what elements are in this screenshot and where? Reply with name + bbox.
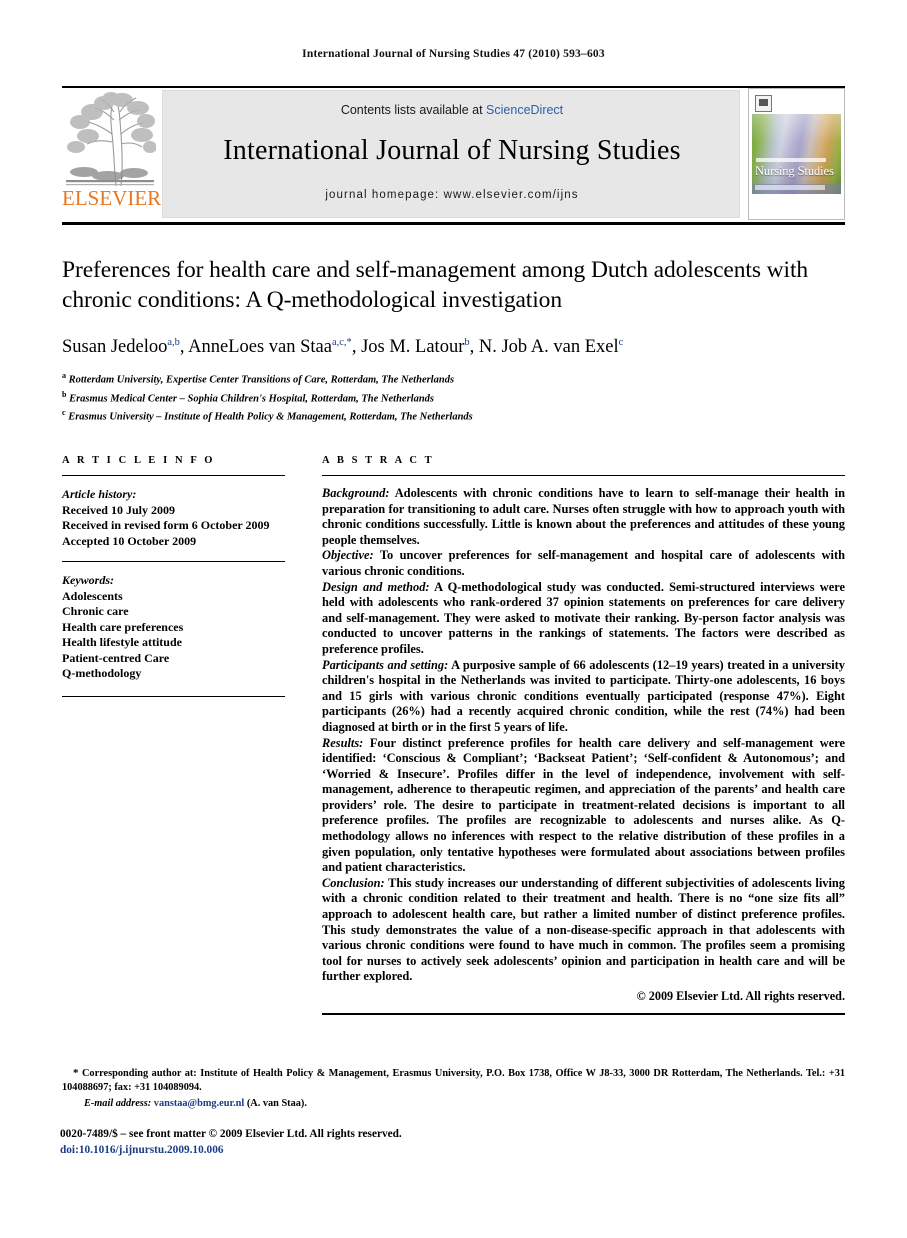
elsevier-wordmark: ELSEVIER (62, 186, 162, 210)
email-note: E-mail address: vanstaa@bmg.eur.nl (A. v… (62, 1097, 845, 1111)
article-first-page: International Journal of Nursing Studies… (0, 0, 907, 1238)
cover-editor-text (755, 185, 825, 190)
author-name: Susan Jedeloo (62, 337, 168, 358)
keyword-item: Chronic care (62, 604, 129, 618)
abstract-section-label: Background: (322, 486, 390, 500)
page-footer: 0020-7489/$ – see front matter © 2009 El… (60, 1126, 843, 1158)
history-line: Accepted 10 October 2009 (62, 533, 197, 548)
history-line: Received in revised form 6 October 2009 (62, 518, 270, 532)
keyword-item: Health lifestyle attitude (62, 635, 182, 649)
author-list: Susan Jedelooa,b, AnneLoes van Staaa,c,*… (62, 337, 624, 358)
abstract-section-label: Conclusion: (322, 875, 385, 890)
sciencedirect-link[interactable]: ScienceDirect (486, 103, 563, 117)
issn-line: 0020-7489/$ – see front matter © 2009 El… (60, 1128, 402, 1140)
history-line: Received 10 July 2009 (62, 502, 175, 517)
author-affiliation-mark: c (618, 337, 624, 348)
cover-publisher-badge-icon (755, 95, 772, 112)
corresponding-author-text: Corresponding author at: Institute of He… (62, 1068, 846, 1093)
contents-available-line: Contents lists available at ScienceDirec… (163, 103, 741, 117)
affiliation-text: Erasmus University – Institute of Health… (65, 411, 473, 423)
journal-cover-image: Nursing Studies (752, 92, 841, 216)
keywords-block: Keywords: Adolescents Chronic care Healt… (62, 562, 285, 682)
abstract-rule-bottom (322, 1013, 845, 1015)
author-name: Jos M. Latour (361, 337, 465, 358)
abstract-section: Conclusion: This study increases our und… (322, 876, 845, 985)
abstract-section: Background: Adolescents with chronic con… (322, 486, 845, 548)
abstract-section: Participants and setting: A purposive sa… (322, 658, 845, 736)
article-info-column: A R T I C L E I N F O Article history: R… (62, 455, 285, 697)
email-owner: (A. van Staa). (246, 1098, 307, 1109)
affiliation-item: c Erasmus University – Institute of Heal… (62, 406, 845, 425)
author-affiliation-mark: a,c,* (331, 337, 352, 348)
abstract-section-text: To uncover preferences for self-manageme… (322, 548, 845, 578)
journal-masthead: ELSEVIER Contents lists available at Sci… (62, 86, 845, 225)
cover-bottom-area (752, 194, 841, 216)
author-affiliation-mark: a,b (167, 337, 180, 348)
journal-band: Contents lists available at ScienceDirec… (162, 90, 740, 218)
affiliation-text: Erasmus Medical Center – Sophia Children… (66, 393, 435, 405)
abstract-copyright: © 2009 Elsevier Ltd. All rights reserved… (636, 989, 845, 1003)
journal-cover-thumbnail: Nursing Studies (748, 88, 845, 220)
keywords-label: Keywords: (62, 573, 114, 587)
cover-journal-name: Nursing Studies (755, 164, 834, 178)
corresponding-author-note: * Corresponding author at: Institute of … (62, 1066, 845, 1095)
elsevier-tree-icon (64, 90, 156, 190)
footnotes: * Corresponding author at: Institute of … (62, 1066, 845, 1111)
author-name: N. Job A. van Exel (478, 337, 619, 358)
journal-homepage[interactable]: journal homepage: www.elsevier.com/ijns (163, 189, 741, 201)
affiliation-text: Rotterdam University, Expertise Center T… (66, 374, 455, 386)
cover-kicker-text (756, 158, 826, 162)
article-info-rule-bottom (62, 695, 285, 697)
article-history-label: Article history: (62, 487, 137, 501)
abstract-section-label: Objective: (322, 548, 374, 563)
abstract-section-label: Design and method: (322, 579, 430, 594)
keyword-item: Health care preferences (62, 619, 184, 634)
abstract-section-label: Participants and setting: (322, 657, 449, 672)
article-info-heading: A R T I C L E I N F O (62, 455, 216, 466)
keyword-item: Q-methodology (62, 666, 142, 680)
abstract-section: Objective: To uncover preferences for se… (322, 548, 845, 579)
abstract-body: Background: Adolescents with chronic con… (322, 476, 845, 985)
masthead-bottom-rule (62, 222, 845, 225)
abstract-section-text: This study increases our understanding o… (322, 875, 845, 984)
elsevier-logo: ELSEVIER (62, 90, 162, 220)
abstract-section-label: Results: (322, 735, 364, 750)
doi-link[interactable]: doi:10.1016/j.ijnurstu.2009.10.006 (60, 1142, 843, 1158)
email-label: E-mail address: (84, 1098, 152, 1109)
author-name: AnneLoes van Staa (188, 337, 332, 358)
article-history: Article history: Received 10 July 2009 R… (62, 476, 285, 549)
abstract-section-text: Adolescents with chronic conditions have… (322, 486, 845, 547)
keyword-item: Patient-centred Care (62, 650, 170, 665)
abstract-section-text: Four distinct preference profiles for he… (322, 735, 845, 875)
email-link[interactable]: vanstaa@bmg.eur.nl (154, 1098, 244, 1109)
abstract-heading: A B S T R A C T (322, 455, 435, 466)
cover-gradient-overlay (752, 114, 841, 194)
asterisk-icon: * (73, 1067, 79, 1079)
contents-prefix: Contents lists available at (340, 103, 487, 117)
abstract-section: Design and method: A Q-methodological st… (322, 580, 845, 658)
masthead-top-rule (62, 86, 845, 88)
abstract-column: A B S T R A C T Background: Adolescents … (322, 455, 845, 1015)
journal-title: International Journal of Nursing Studies (223, 135, 681, 166)
title-block: Preferences for health care and self-man… (62, 255, 845, 425)
keyword-item: Adolescents (62, 588, 123, 603)
affiliation-list: a Rotterdam University, Expertise Center… (62, 369, 845, 425)
affiliation-item: b Erasmus Medical Center – Sophia Childr… (62, 388, 845, 407)
page-title: Preferences for health care and self-man… (62, 257, 809, 313)
abstract-section: Results: Four distinct preference profil… (322, 736, 845, 876)
affiliation-item: a Rotterdam University, Expertise Center… (62, 369, 845, 388)
author-affiliation-mark: b (464, 337, 470, 348)
running-head: International Journal of Nursing Studies… (302, 48, 605, 60)
